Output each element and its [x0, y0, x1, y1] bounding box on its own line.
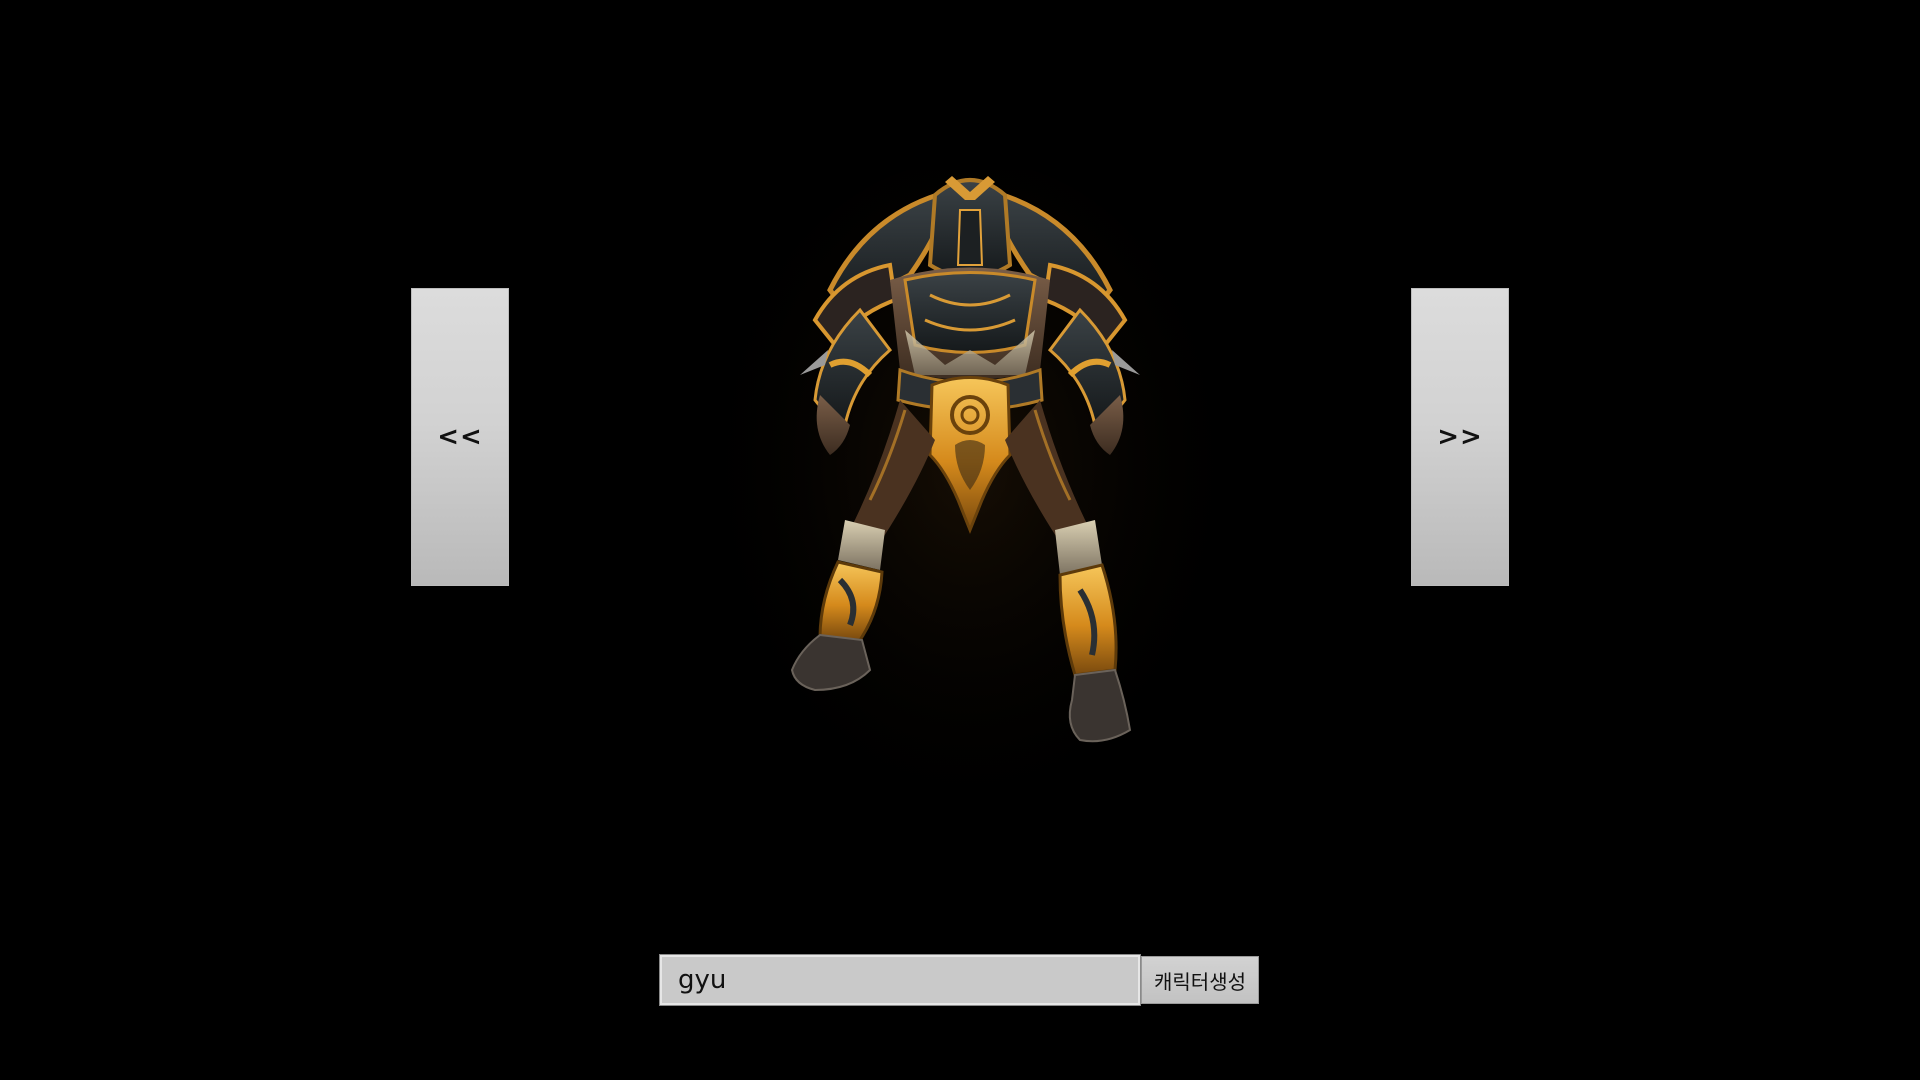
previous-label: <<: [437, 422, 483, 452]
character-select-screen: << >> gyu 캐릭터생성: [0, 0, 1920, 1080]
character-model: [720, 170, 1220, 830]
next-character-button[interactable]: >>: [1411, 288, 1509, 586]
create-character-button[interactable]: 캐릭터생성: [1141, 956, 1259, 1004]
character-name-input[interactable]: [659, 954, 1141, 1006]
previous-character-button[interactable]: <<: [411, 288, 509, 586]
next-label: >>: [1437, 422, 1483, 452]
